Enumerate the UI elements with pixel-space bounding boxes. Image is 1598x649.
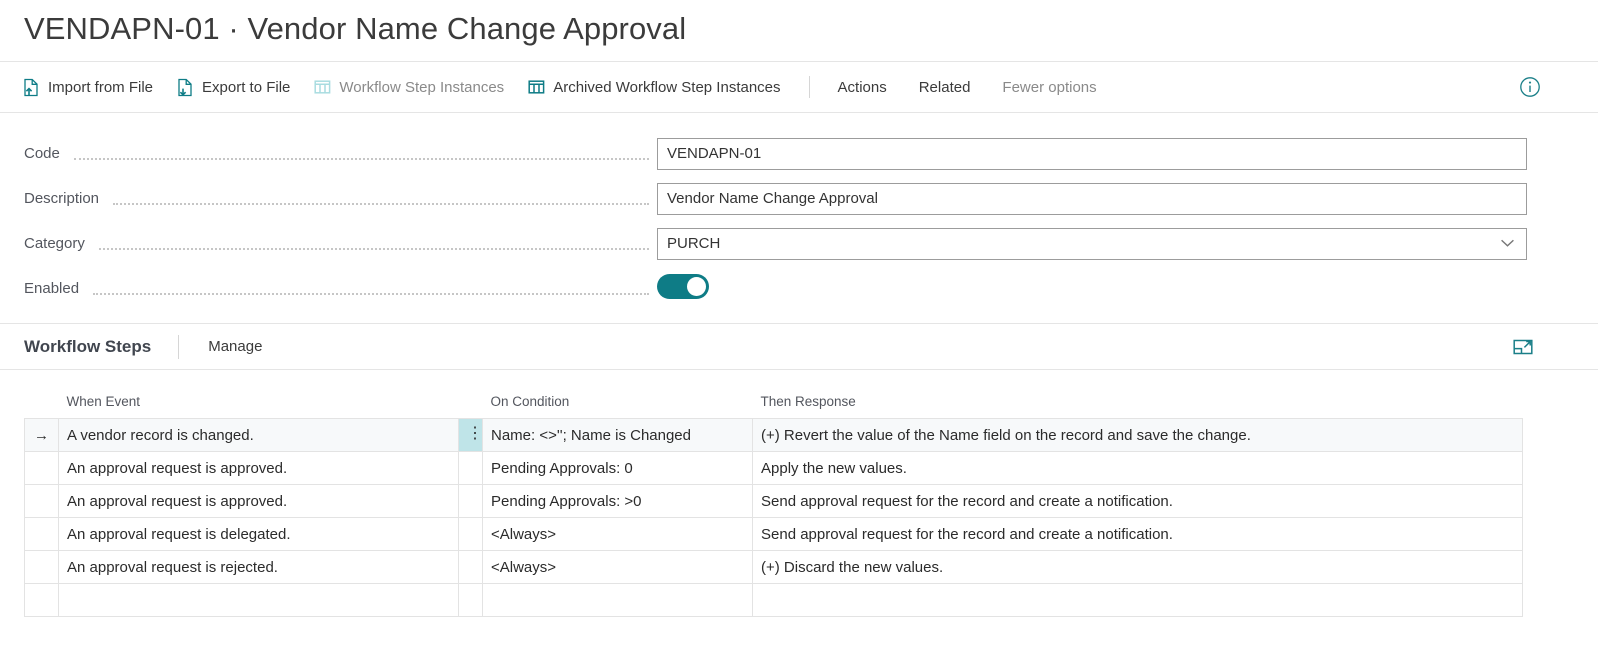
table-row[interactable]: An approval request is rejected. <Always… [24,550,1523,584]
actions-menu-label: Actions [837,78,887,96]
import-file-icon [23,78,40,97]
row-options-button[interactable] [458,484,483,518]
code-field-wrap: VENDAPN-01 [657,137,1527,170]
field-row-description: Description Vendor Name Change Approval [0,176,1598,221]
cell-on-condition[interactable]: <Always> [482,517,753,551]
toggle-knob [687,276,706,296]
workflow-steps-title: Workflow Steps [24,336,152,356]
workflow-steps-grid: When Event On Condition Then Response → … [0,394,1598,617]
grid-header-indicator [25,394,59,419]
related-menu[interactable]: Related [907,71,983,103]
description-field-wrap: Vendor Name Change Approval [657,182,1527,215]
cell-when-event[interactable]: An approval request is approved. [58,451,459,485]
table-row[interactable] [24,583,1523,617]
grid-header-on-condition[interactable]: On Condition [483,394,753,419]
category-select[interactable]: PURCH [657,227,1527,260]
row-indicator [24,451,59,485]
info-circle-icon[interactable] [1518,75,1542,99]
manage-menu[interactable]: Manage [208,338,262,355]
cell-then-response[interactable] [752,583,1523,617]
cell-then-response[interactable]: Send approval request for the record and… [752,517,1523,551]
cell-then-response[interactable]: Send approval request for the record and… [752,484,1523,518]
table-row[interactable]: An approval request is approved. Pending… [24,484,1523,518]
workflow-step-instances-label: Workflow Step Instances [339,78,505,96]
export-file-icon [177,78,194,97]
category-label: Category [24,235,85,252]
field-row-category: Category PURCH [0,221,1598,266]
toolbar-divider [808,76,810,98]
field-row-code: Code VENDAPN-01 [0,131,1598,176]
category-field-wrap: PURCH [657,227,1527,260]
import-from-file-button[interactable]: Import from File [21,71,163,103]
archived-workflow-step-instances-button[interactable]: Archived Workflow Step Instances [526,71,790,103]
command-bar: Import from File Export to File Workflow… [0,61,1598,113]
enabled-toggle[interactable] [657,273,709,299]
grid-body: → A vendor record is changed. ⋮ Name: <>… [24,418,1523,617]
vertical-dots-icon: ⋮ [467,425,483,443]
row-indicator [24,484,59,518]
code-label: Code [24,145,60,162]
cell-on-condition[interactable]: Pending Approvals: 0 [482,451,753,485]
cell-when-event[interactable]: An approval request is rejected. [58,550,459,584]
row-options-button[interactable] [458,583,483,617]
field-row-enabled: Enabled [0,266,1598,311]
row-options-button[interactable] [458,451,483,485]
related-menu-label: Related [918,78,971,96]
table-row[interactable]: An approval request is delegated. <Alway… [24,517,1523,551]
enabled-label: Enabled [24,280,80,297]
fewer-options-button[interactable]: Fewer options [990,71,1108,103]
workflow-step-instances-button[interactable]: Workflow Step Instances [312,71,514,103]
row-options-button[interactable]: ⋮ [458,418,483,452]
cell-then-response[interactable]: (+) Revert the value of the Name field o… [752,418,1523,452]
import-from-file-label: Import from File [48,78,154,96]
description-input[interactable]: Vendor Name Change Approval [657,182,1527,215]
dotted-leader [93,292,649,295]
general-fields: Code VENDAPN-01 Description Vendor Name … [0,113,1598,311]
fewer-options-label: Fewer options [1002,78,1097,96]
enabled-field-wrap [657,273,1527,304]
category-selected-value: PURCH [667,234,721,252]
workflow-steps-section-header: Workflow Steps Manage [0,323,1598,370]
dotted-leader [73,157,649,160]
table-row[interactable]: → A vendor record is changed. ⋮ Name: <>… [24,418,1523,452]
row-indicator [24,517,59,551]
chevron-down-icon[interactable] [1500,237,1515,250]
description-label: Description [24,190,100,207]
export-to-file-button[interactable]: Export to File [175,71,300,103]
section-divider [178,334,180,359]
actions-menu[interactable]: Actions [826,71,899,103]
grid-header-then-response[interactable]: Then Response [753,394,1523,419]
row-indicator [24,550,59,584]
table-row[interactable]: An approval request is approved. Pending… [24,451,1523,485]
cell-on-condition[interactable]: Name: <>''; Name is Changed [482,418,753,452]
cell-then-response[interactable]: Apply the new values. [752,451,1523,485]
grid-header-when-event[interactable]: When Event [59,394,459,419]
export-to-file-label: Export to File [202,78,291,96]
grid-header-spacer [459,394,483,419]
cell-when-event[interactable]: An approval request is approved. [58,484,459,518]
grid-table-icon [528,79,545,95]
archived-workflow-step-instances-label: Archived Workflow Step Instances [553,78,781,96]
dotted-leader [98,247,649,250]
grid-header-row: When Event On Condition Then Response [25,394,1523,419]
page-title: VENDAPN-01 · Vendor Name Change Approval [24,11,687,46]
dotted-leader [113,202,649,205]
code-input[interactable]: VENDAPN-01 [657,137,1527,170]
cell-on-condition[interactable] [482,583,753,617]
cell-when-event[interactable]: An approval request is delegated. [58,517,459,551]
row-options-button[interactable] [458,517,483,551]
row-indicator [24,583,59,617]
cell-on-condition[interactable]: <Always> [482,550,753,584]
open-in-new-window-icon[interactable] [1512,336,1534,358]
cell-then-response[interactable]: (+) Discard the new values. [752,550,1523,584]
cell-when-event[interactable] [58,583,459,617]
row-indicator: → [24,418,59,452]
cell-when-event[interactable]: A vendor record is changed. [58,418,459,452]
grid-table-icon [314,79,331,95]
cell-on-condition[interactable]: Pending Approvals: >0 [482,484,753,518]
row-options-button[interactable] [458,550,483,584]
